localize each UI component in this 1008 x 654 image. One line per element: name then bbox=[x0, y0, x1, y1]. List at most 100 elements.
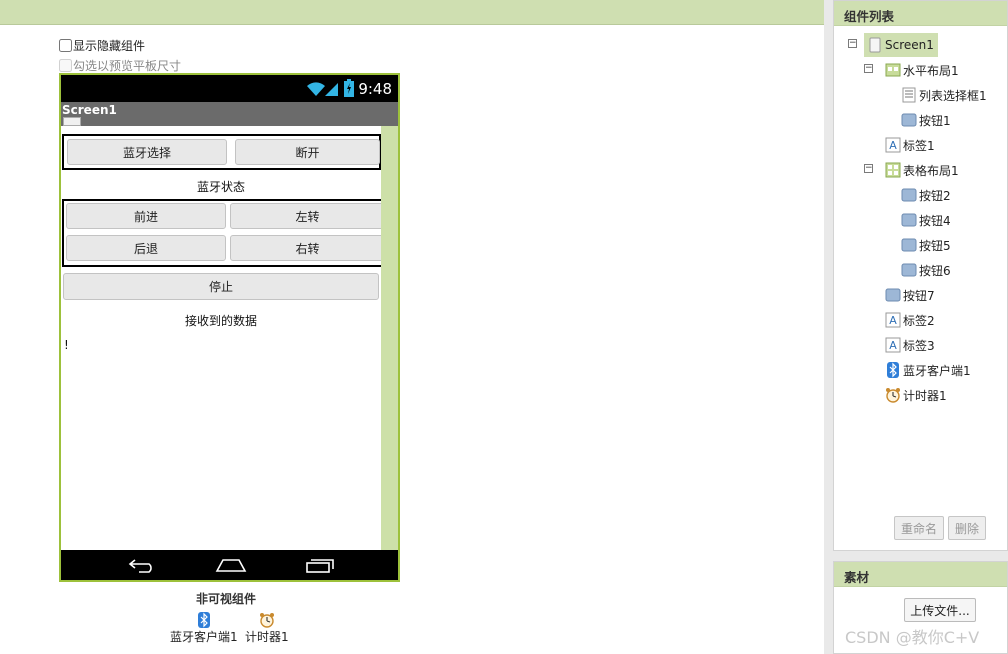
recents-nav-icon bbox=[306, 559, 334, 573]
bluetooth-icon bbox=[197, 612, 210, 628]
svg-text:A: A bbox=[889, 314, 897, 327]
disconnect-button[interactable]: 断开 bbox=[235, 139, 380, 165]
turn-left-button[interactable]: 左转 bbox=[230, 203, 385, 229]
tablet-preview-label: 勾选以预览平板尺寸 bbox=[73, 59, 182, 73]
data-value-label: ! bbox=[64, 338, 69, 352]
svg-text:A: A bbox=[889, 339, 897, 352]
tablet-preview-checkbox-input[interactable] bbox=[59, 59, 72, 72]
tree-item-label: 表格布局1 bbox=[903, 163, 959, 178]
screen-title-bar: Screen1 bbox=[61, 102, 398, 126]
tree-item-button7[interactable]: 按钮7 bbox=[885, 285, 935, 305]
tree-item-label: 水平布局1 bbox=[903, 63, 959, 78]
tree-item-label: 标签2 bbox=[903, 313, 935, 328]
components-header: 组件列表 bbox=[834, 1, 1007, 26]
tree-item-label: 按钮2 bbox=[919, 188, 951, 203]
tree-item-label: 按钮1 bbox=[919, 113, 951, 128]
show-hidden-checkbox-input[interactable] bbox=[59, 39, 72, 52]
button-icon bbox=[885, 288, 901, 302]
home-nav-icon bbox=[215, 559, 247, 572]
tree-item-button5[interactable]: 按钮5 bbox=[901, 235, 951, 255]
tree-item-label: 标签1 bbox=[903, 138, 935, 153]
tree-item-listpicker1[interactable]: 列表选择框1 bbox=[901, 85, 987, 105]
tree-item-label: 计时器1 bbox=[903, 388, 947, 403]
collapse-table-arrangement-toggle[interactable]: − bbox=[864, 164, 873, 173]
show-hidden-label: 显示隐藏组件 bbox=[73, 39, 146, 53]
stop-button[interactable]: 停止 bbox=[63, 273, 379, 300]
tree-item-screen1[interactable]: Screen1 bbox=[864, 33, 938, 57]
nonvisible-item-label: 计时器1 bbox=[245, 630, 289, 644]
button-icon bbox=[901, 213, 917, 227]
screen-content: 蓝牙选择 断开 蓝牙状态 前进 左转 后退 右转 停止 接收到的数据 ! bbox=[61, 126, 385, 550]
bluetooth-select-button[interactable]: 蓝牙选择 bbox=[67, 139, 227, 165]
tree-item-button2[interactable]: 按钮2 bbox=[901, 185, 951, 205]
button-icon bbox=[901, 188, 917, 202]
nonvisible-bluetooth-client[interactable]: 蓝牙客户端1 bbox=[170, 612, 238, 645]
tablet-preview-checkbox[interactable]: 勾选以预览平板尺寸 bbox=[59, 57, 181, 74]
turn-right-button[interactable]: 右转 bbox=[230, 235, 385, 261]
button-icon bbox=[901, 113, 917, 127]
tree-item-clock1[interactable]: 计时器1 bbox=[885, 385, 947, 405]
right-sidebar: 组件列表 − − − Screen1 水平布局1 列表选择框1 按钮1 A 标签… bbox=[824, 0, 1008, 654]
show-hidden-components-checkbox[interactable]: 显示隐藏组件 bbox=[59, 37, 145, 54]
label-icon: A bbox=[885, 137, 901, 153]
title-bar-widget bbox=[63, 117, 81, 126]
tree-item-label: Screen1 bbox=[885, 38, 934, 52]
button-icon bbox=[901, 263, 917, 277]
button-icon bbox=[901, 238, 917, 252]
tree-item-label: 标签3 bbox=[903, 338, 935, 353]
tree-item-button1[interactable]: 按钮1 bbox=[901, 110, 951, 130]
components-panel: 组件列表 − − − Screen1 水平布局1 列表选择框1 按钮1 A 标签… bbox=[833, 0, 1008, 551]
tree-item-horizontal-arrangement[interactable]: 水平布局1 bbox=[885, 60, 959, 80]
tree-item-label: 按钮5 bbox=[919, 238, 951, 253]
media-header: 素材 bbox=[834, 562, 1007, 587]
viewer-toolbar bbox=[0, 0, 824, 25]
tree-item-button4[interactable]: 按钮4 bbox=[901, 210, 951, 230]
forward-button[interactable]: 前进 bbox=[66, 203, 226, 229]
screen-title: Screen1 bbox=[62, 103, 117, 117]
listpicker-icon bbox=[902, 87, 916, 103]
svg-text:A: A bbox=[889, 139, 897, 152]
tree-item-table-arrangement[interactable]: 表格布局1 bbox=[885, 160, 959, 180]
delete-button[interactable]: 删除 bbox=[948, 516, 986, 540]
clock-icon bbox=[259, 613, 274, 628]
table-arrangement-icon bbox=[885, 162, 901, 178]
status-time: 9:48 bbox=[358, 80, 392, 98]
clock-icon bbox=[886, 388, 900, 403]
nonvisible-clock[interactable]: 计时器1 bbox=[245, 612, 289, 645]
bluetooth-status-label: 蓝牙状态 bbox=[196, 180, 245, 194]
battery-icon bbox=[344, 79, 354, 97]
rename-button[interactable]: 重命名 bbox=[894, 516, 944, 540]
label-icon: A bbox=[885, 312, 901, 328]
tree-item-bluetooth-client1[interactable]: 蓝牙客户端1 bbox=[885, 360, 971, 380]
tree-item-label1[interactable]: A 标签1 bbox=[885, 135, 935, 155]
collapse-horizontal-arrangement-toggle[interactable]: − bbox=[864, 64, 873, 73]
nonvisible-components-title: 非可视组件 bbox=[196, 592, 257, 606]
bluetooth-icon bbox=[887, 362, 899, 378]
nonvisible-item-label: 蓝牙客户端1 bbox=[170, 630, 238, 644]
viewer-panel: 显示隐藏组件 勾选以预览平板尺寸 9:48 Screen1 蓝牙选择 断开 蓝牙… bbox=[0, 0, 824, 654]
wifi-icon bbox=[307, 82, 325, 96]
phone-preview: 9:48 Screen1 蓝牙选择 断开 蓝牙状态 前进 左转 后退 右转 停止… bbox=[59, 73, 400, 582]
tree-item-label3[interactable]: A 标签3 bbox=[885, 335, 935, 355]
phone-nav-bar bbox=[61, 550, 398, 580]
collapse-screen1-toggle[interactable]: − bbox=[848, 39, 857, 48]
horizontal-arrangement[interactable]: 蓝牙选择 断开 bbox=[62, 134, 381, 170]
tree-item-label: 按钮7 bbox=[903, 288, 935, 303]
tree-item-label2[interactable]: A 标签2 bbox=[885, 310, 935, 330]
back-nav-icon bbox=[128, 559, 152, 573]
table-arrangement[interactable]: 前进 左转 后退 右转 bbox=[62, 199, 385, 267]
tree-item-label: 按钮6 bbox=[919, 263, 951, 278]
upload-file-button[interactable]: 上传文件... bbox=[904, 598, 976, 622]
received-data-label: 接收到的数据 bbox=[184, 314, 257, 328]
phone-scrollbar bbox=[381, 126, 398, 550]
backward-button[interactable]: 后退 bbox=[66, 235, 226, 261]
watermark: CSDN @教你C+V bbox=[845, 628, 980, 647]
label-icon: A bbox=[885, 337, 901, 353]
tree-item-label: 蓝牙客户端1 bbox=[903, 363, 971, 378]
horizontal-arrangement-icon bbox=[885, 63, 901, 77]
tree-item-label: 按钮4 bbox=[919, 213, 951, 228]
tree-item-button6[interactable]: 按钮6 bbox=[901, 260, 951, 280]
tree-item-label: 列表选择框1 bbox=[919, 88, 987, 103]
phone-status-bar: 9:48 bbox=[61, 75, 398, 102]
signal-icon bbox=[325, 83, 338, 96]
